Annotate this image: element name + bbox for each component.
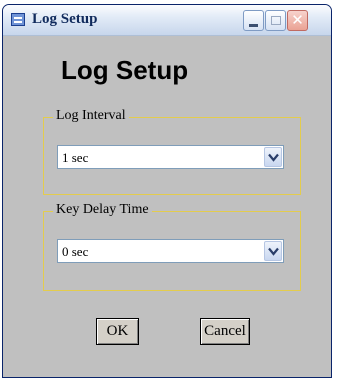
cancel-button[interactable]: Cancel [200, 318, 250, 345]
log-interval-group: Log Interval 1 sec [43, 108, 301, 195]
log-interval-value: 1 sec [62, 150, 89, 165]
chevron-down-icon[interactable] [264, 147, 282, 167]
minimize-icon [249, 24, 258, 27]
log-interval-label: Log Interval [53, 108, 129, 124]
page-title: Log Setup [61, 55, 189, 85]
title-bar[interactable]: Log Setup ✕ [3, 5, 331, 36]
close-button[interactable]: ✕ [287, 10, 308, 31]
chevron-down-icon[interactable] [264, 241, 282, 261]
key-delay-time-value: 0 sec [62, 244, 89, 259]
log-setup-window: Log Setup ✕ Log Setup Log Interval 1 sec… [2, 4, 332, 378]
window-title: Log Setup [32, 11, 98, 27]
app-window-icon[interactable] [11, 13, 25, 26]
ok-button[interactable]: OK [96, 318, 139, 345]
close-icon: ✕ [291, 11, 304, 29]
minimize-button[interactable] [243, 10, 264, 31]
key-delay-time-select[interactable]: 0 sec [57, 239, 284, 263]
maximize-icon [271, 16, 281, 25]
key-delay-time-label: Key Delay Time [53, 202, 152, 218]
log-interval-select[interactable]: 1 sec [57, 145, 284, 169]
key-delay-time-group: Key Delay Time 0 sec [43, 202, 301, 291]
maximize-button[interactable] [265, 10, 286, 31]
